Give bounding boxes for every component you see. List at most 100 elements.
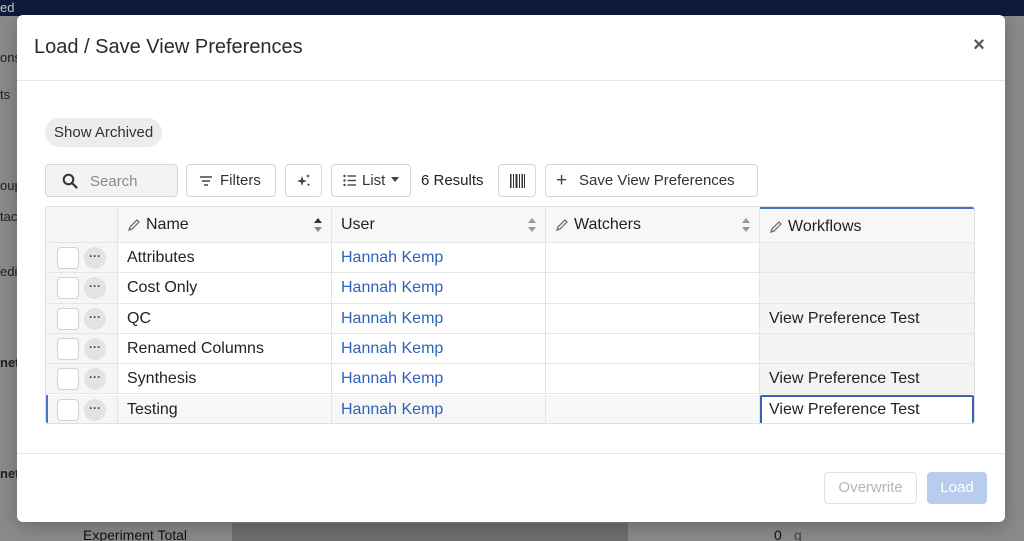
table-row[interactable]: ··· Attributes Hannah Kemp (46, 243, 974, 274)
cell-name: Renamed Columns (118, 333, 332, 364)
cell-workflows (760, 243, 974, 273)
active-row-marker (46, 394, 48, 423)
cell-name-text: Synthesis (127, 370, 197, 388)
cell-user[interactable]: Hannah Kemp (332, 364, 546, 394)
show-archived-toggle[interactable]: Show Archived (45, 118, 163, 147)
preferences-table: Name User Watchers Workflows ··· Attribut… (45, 206, 975, 424)
cell-workflows-text: View Preference Test (769, 370, 920, 388)
sparkle-icon (297, 174, 311, 187)
table-row[interactable]: ··· QC Hannah Kemp View Preference Test (46, 303, 974, 334)
column-header-workflows[interactable]: Workflows (760, 207, 974, 242)
row-checkbox[interactable] (57, 337, 79, 360)
row-checkbox[interactable] (57, 368, 79, 391)
sort-icon[interactable] (527, 217, 537, 233)
cell-user-text[interactable]: Hannah Kemp (341, 249, 443, 267)
view-preferences-modal: Load / Save View Preferences × Show Arch… (17, 15, 1005, 522)
filter-icon (200, 176, 212, 186)
barcode-icon (510, 174, 525, 188)
experiment-total-bar (232, 523, 628, 541)
cell-user-text[interactable]: Hannah Kemp (341, 310, 443, 328)
modal-header: Load / Save View Preferences × (17, 15, 1005, 81)
cell-workflows (760, 273, 974, 303)
cell-user[interactable]: Hannah Kemp (332, 243, 546, 273)
sort-icon[interactable] (741, 217, 751, 233)
cell-user[interactable]: Hannah Kemp (332, 394, 546, 423)
cell-user-text[interactable]: Hannah Kemp (341, 340, 443, 358)
column-header-name[interactable]: Name (118, 207, 332, 242)
bg-fragment: tac (0, 209, 18, 224)
cell-watchers (546, 364, 760, 394)
chevron-down-icon (391, 177, 399, 182)
cell-workflows: View Preference Test (760, 364, 974, 394)
cell-user-text[interactable]: Hannah Kemp (341, 370, 443, 388)
experiment-total-label: Experiment Total (83, 527, 188, 541)
bg-fragment: edi (0, 264, 18, 279)
cell-name: Attributes (118, 243, 332, 273)
cell-name: Cost Only (118, 273, 332, 303)
table-row[interactable]: ··· Renamed Columns Hannah Kemp (46, 333, 974, 365)
cell-name: Testing (118, 394, 332, 423)
results-count: 6 Results (421, 172, 484, 189)
pencil-icon (770, 221, 782, 233)
table-row[interactable]: ··· Cost Only Hannah Kemp (46, 273, 974, 304)
pencil-icon (556, 219, 568, 231)
table-row[interactable]: ··· Testing Hannah Kemp View Preference Tes… (46, 394, 974, 423)
row-select-cell: ··· (46, 394, 118, 423)
row-checkbox[interactable] (57, 398, 79, 421)
search-icon (62, 173, 78, 189)
app-topbar (0, 0, 1024, 16)
row-menu-icon[interactable]: ··· (84, 337, 106, 360)
cell-name-text: QC (127, 309, 151, 327)
view-mode-label: List (362, 172, 386, 189)
load-button[interactable]: Load (927, 472, 987, 504)
bg-fragment: ts (0, 87, 11, 102)
column-header-user[interactable]: User (332, 207, 546, 242)
row-select-cell: ··· (46, 333, 118, 364)
row-menu-icon[interactable]: ··· (84, 247, 106, 269)
cell-watchers (546, 333, 760, 364)
column-header-label: Watchers (574, 216, 641, 233)
cell-watchers (546, 303, 760, 333)
cell-user-text[interactable]: Hannah Kemp (341, 279, 443, 297)
cell-workflows-text: View Preference Test (769, 400, 920, 418)
filters-label: Filters (220, 172, 261, 189)
sort-icon[interactable] (313, 217, 323, 233)
search-box[interactable] (45, 164, 178, 197)
save-view-preferences-button[interactable]: + Save View Preferences (545, 164, 758, 197)
row-menu-icon[interactable]: ··· (84, 398, 106, 421)
ai-sparkle-button[interactable] (285, 164, 322, 197)
row-select-cell: ··· (46, 243, 118, 273)
row-menu-icon[interactable]: ··· (84, 277, 106, 300)
column-header-watchers[interactable]: Watchers (546, 207, 760, 242)
filters-button[interactable]: Filters (186, 164, 276, 197)
cell-name-text: Renamed Columns (127, 339, 264, 357)
experiment-total-unit: g (794, 527, 802, 541)
table-row[interactable]: ··· Synthesis Hannah Kemp View Preference T… (46, 364, 974, 395)
experiment-total-value: 0 (774, 527, 782, 541)
row-checkbox[interactable] (57, 277, 79, 300)
save-view-preferences-label: Save View Preferences (579, 172, 735, 189)
cell-workflows-text: View Preference Test (769, 309, 920, 327)
pencil-icon (128, 219, 140, 231)
cell-user-text[interactable]: Hannah Kemp (341, 401, 443, 419)
row-checkbox[interactable] (57, 307, 79, 330)
column-header-label: User (341, 216, 375, 233)
barcode-button[interactable] (498, 164, 536, 197)
row-menu-icon[interactable]: ··· (84, 368, 106, 391)
overwrite-button[interactable]: Overwrite (824, 472, 917, 504)
cell-user[interactable]: Hannah Kemp (332, 303, 546, 333)
row-checkbox[interactable] (57, 247, 79, 269)
bg-fragment: ed (0, 0, 15, 15)
cell-workflows: View Preference Test (760, 303, 974, 333)
row-menu-icon[interactable]: ··· (84, 307, 106, 330)
cell-name: Synthesis (118, 364, 332, 394)
cell-workflows: View Preference Test (760, 394, 974, 423)
cell-user[interactable]: Hannah Kemp (332, 273, 546, 303)
cell-name-text: Cost Only (127, 279, 198, 297)
cell-watchers (546, 273, 760, 303)
cell-user[interactable]: Hannah Kemp (332, 333, 546, 364)
search-input[interactable] (90, 172, 174, 190)
close-icon[interactable]: × (969, 35, 989, 55)
view-mode-dropdown[interactable]: List (331, 164, 411, 197)
cell-name: QC (118, 303, 332, 333)
